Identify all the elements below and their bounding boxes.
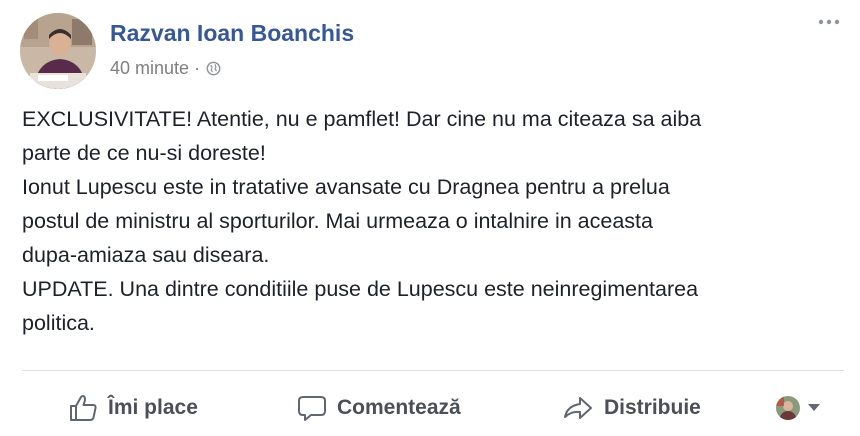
- thumbs-up-icon: [68, 394, 98, 422]
- author-avatar[interactable]: [20, 13, 96, 89]
- post-body-line: dupa-amiaza sau diseara.: [22, 243, 270, 267]
- post-timestamp[interactable]: 40 minute: [110, 56, 189, 80]
- action-divider: [22, 370, 844, 371]
- post-body-line: parte de ce nu-si doreste!: [22, 141, 266, 165]
- like-button[interactable]: Îmi place: [68, 384, 198, 432]
- globe-icon[interactable]: [206, 61, 221, 76]
- author-photo: [20, 13, 96, 89]
- post-body-line: postul de ministru al sporturilor. Mai u…: [22, 209, 653, 233]
- share-arrow-icon: [562, 395, 594, 421]
- author-name[interactable]: Razvan Ioan Boanchis: [110, 19, 354, 47]
- post-body-line: politica.: [22, 311, 95, 335]
- share-button[interactable]: Distribuie: [562, 384, 701, 432]
- comment-label: Comentează: [337, 396, 461, 419]
- caret-down-icon: [808, 404, 820, 412]
- post-body-line: EXCLUSIVITATE! Atentie, nu e pamflet! Da…: [22, 107, 702, 131]
- share-label: Distribuie: [604, 396, 701, 419]
- ellipsis-icon[interactable]: [814, 12, 844, 32]
- post-body-line: Ionut Lupescu este in tratative avansate…: [22, 175, 670, 199]
- post-body: EXCLUSIVITATE! Atentie, nu e pamflet! Da…: [22, 102, 842, 340]
- post-meta: 40 minute ·: [110, 56, 221, 80]
- action-bar: Îmi place Comentează Distribuie: [0, 384, 860, 432]
- like-label: Îmi place: [108, 396, 198, 419]
- speech-bubble-icon: [297, 394, 327, 422]
- facebook-post: Razvan Ioan Boanchis 40 minute · EXCLUSI…: [0, 0, 860, 436]
- post-body-line: UPDATE. Una dintre conditiile puse de Lu…: [22, 277, 699, 301]
- reaction-selector[interactable]: [776, 384, 820, 432]
- comment-button[interactable]: Comentează: [297, 384, 461, 432]
- page-avatar-icon: [776, 396, 800, 420]
- meta-separator: ·: [194, 58, 201, 78]
